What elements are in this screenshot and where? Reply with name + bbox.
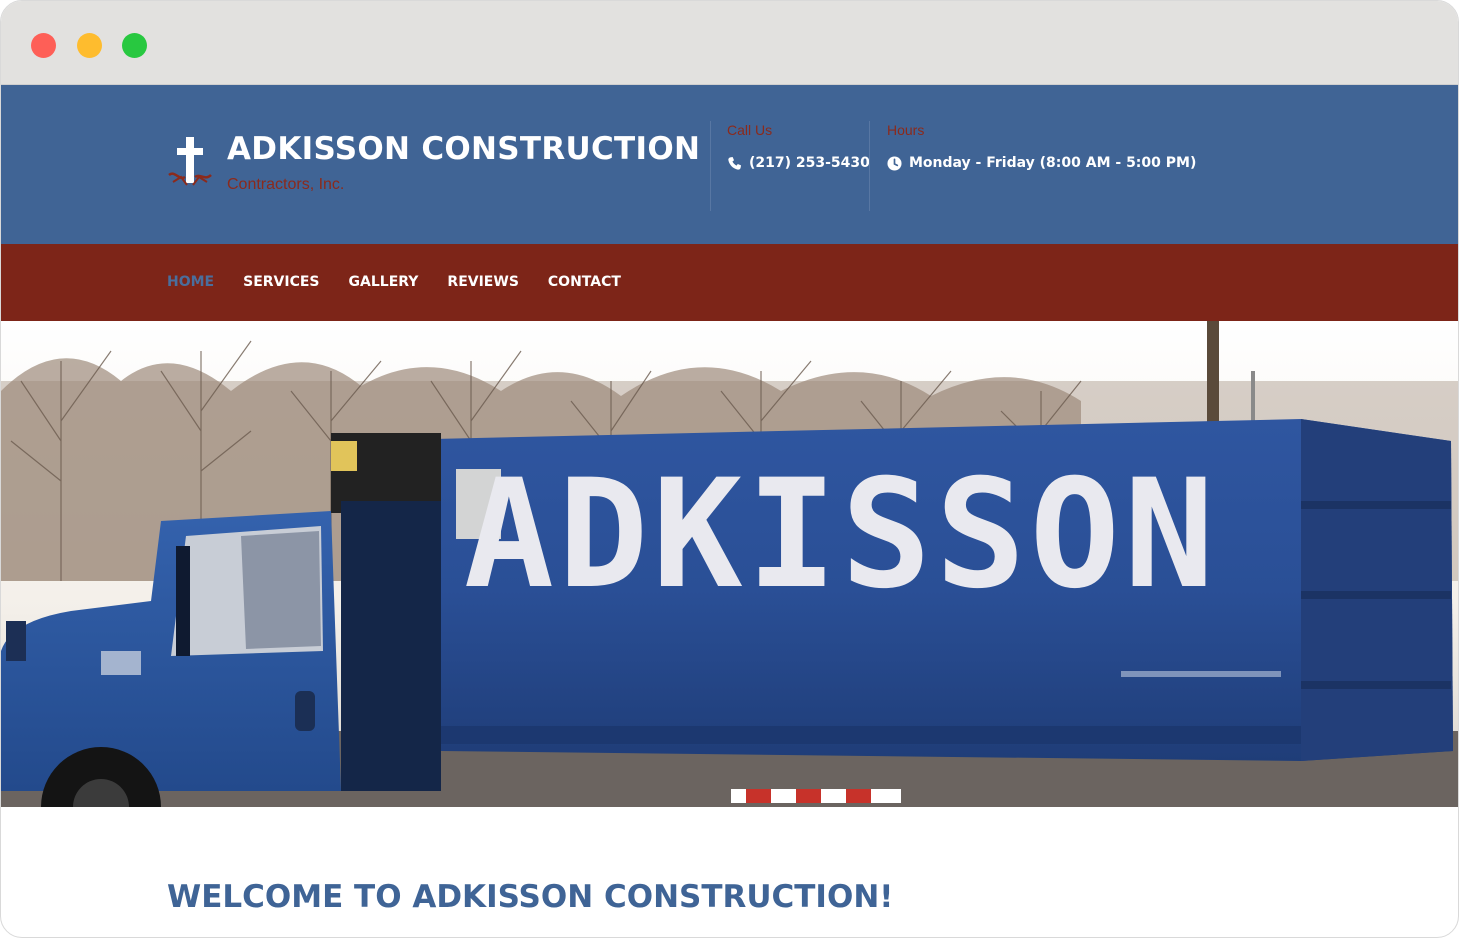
header-divider xyxy=(710,121,711,211)
phone-number-link[interactable]: (217) 253-5430 xyxy=(727,155,870,171)
dumpster-truck-photo: ADKISSON xyxy=(1,321,1458,807)
maximize-window-button[interactable] xyxy=(122,33,147,58)
minimize-window-button[interactable] xyxy=(77,33,102,58)
business-hours-text: Monday - Friday (8:00 AM - 5:00 PM) xyxy=(909,155,1197,171)
window-titlebar xyxy=(1,1,1458,85)
truck-lettering: ADKISSON xyxy=(464,448,1218,622)
business-hours: Monday - Friday (8:00 AM - 5:00 PM) xyxy=(887,155,1196,171)
nav-item-gallery[interactable]: GALLERY xyxy=(349,274,419,290)
browser-window: ADKISSON CONSTRUCTION Contractors, Inc. … xyxy=(0,0,1459,938)
close-window-button[interactable] xyxy=(31,33,56,58)
nav-menu: HOME SERVICES GALLERY REVIEWS CONTACT xyxy=(167,274,650,290)
site-header: ADKISSON CONSTRUCTION Contractors, Inc. … xyxy=(1,85,1458,244)
brand-title[interactable]: ADKISSON CONSTRUCTION xyxy=(227,131,700,167)
header-divider xyxy=(869,121,870,211)
nav-item-services[interactable]: SERVICES xyxy=(243,274,319,290)
brand-subtitle: Contractors, Inc. xyxy=(227,176,345,193)
call-us-label: Call Us xyxy=(727,122,773,138)
main-navigation: HOME SERVICES GALLERY REVIEWS CONTACT xyxy=(1,244,1458,321)
clock-icon xyxy=(887,155,902,171)
hours-label: Hours xyxy=(887,122,925,138)
utility-pole xyxy=(1207,321,1219,431)
cross-logo-icon[interactable] xyxy=(167,137,213,189)
hero-image: ADKISSON xyxy=(1,321,1458,807)
phone-number: (217) 253-5430 xyxy=(749,155,870,171)
nav-item-home[interactable]: HOME xyxy=(167,274,214,290)
nav-item-contact[interactable]: CONTACT xyxy=(548,274,621,290)
phone-icon xyxy=(728,156,742,170)
dumpster-container: ADKISSON xyxy=(433,419,1453,761)
welcome-heading: WELCOME TO ADKISSON CONSTRUCTION! xyxy=(167,879,894,915)
nav-item-reviews[interactable]: REVIEWS xyxy=(447,274,518,290)
